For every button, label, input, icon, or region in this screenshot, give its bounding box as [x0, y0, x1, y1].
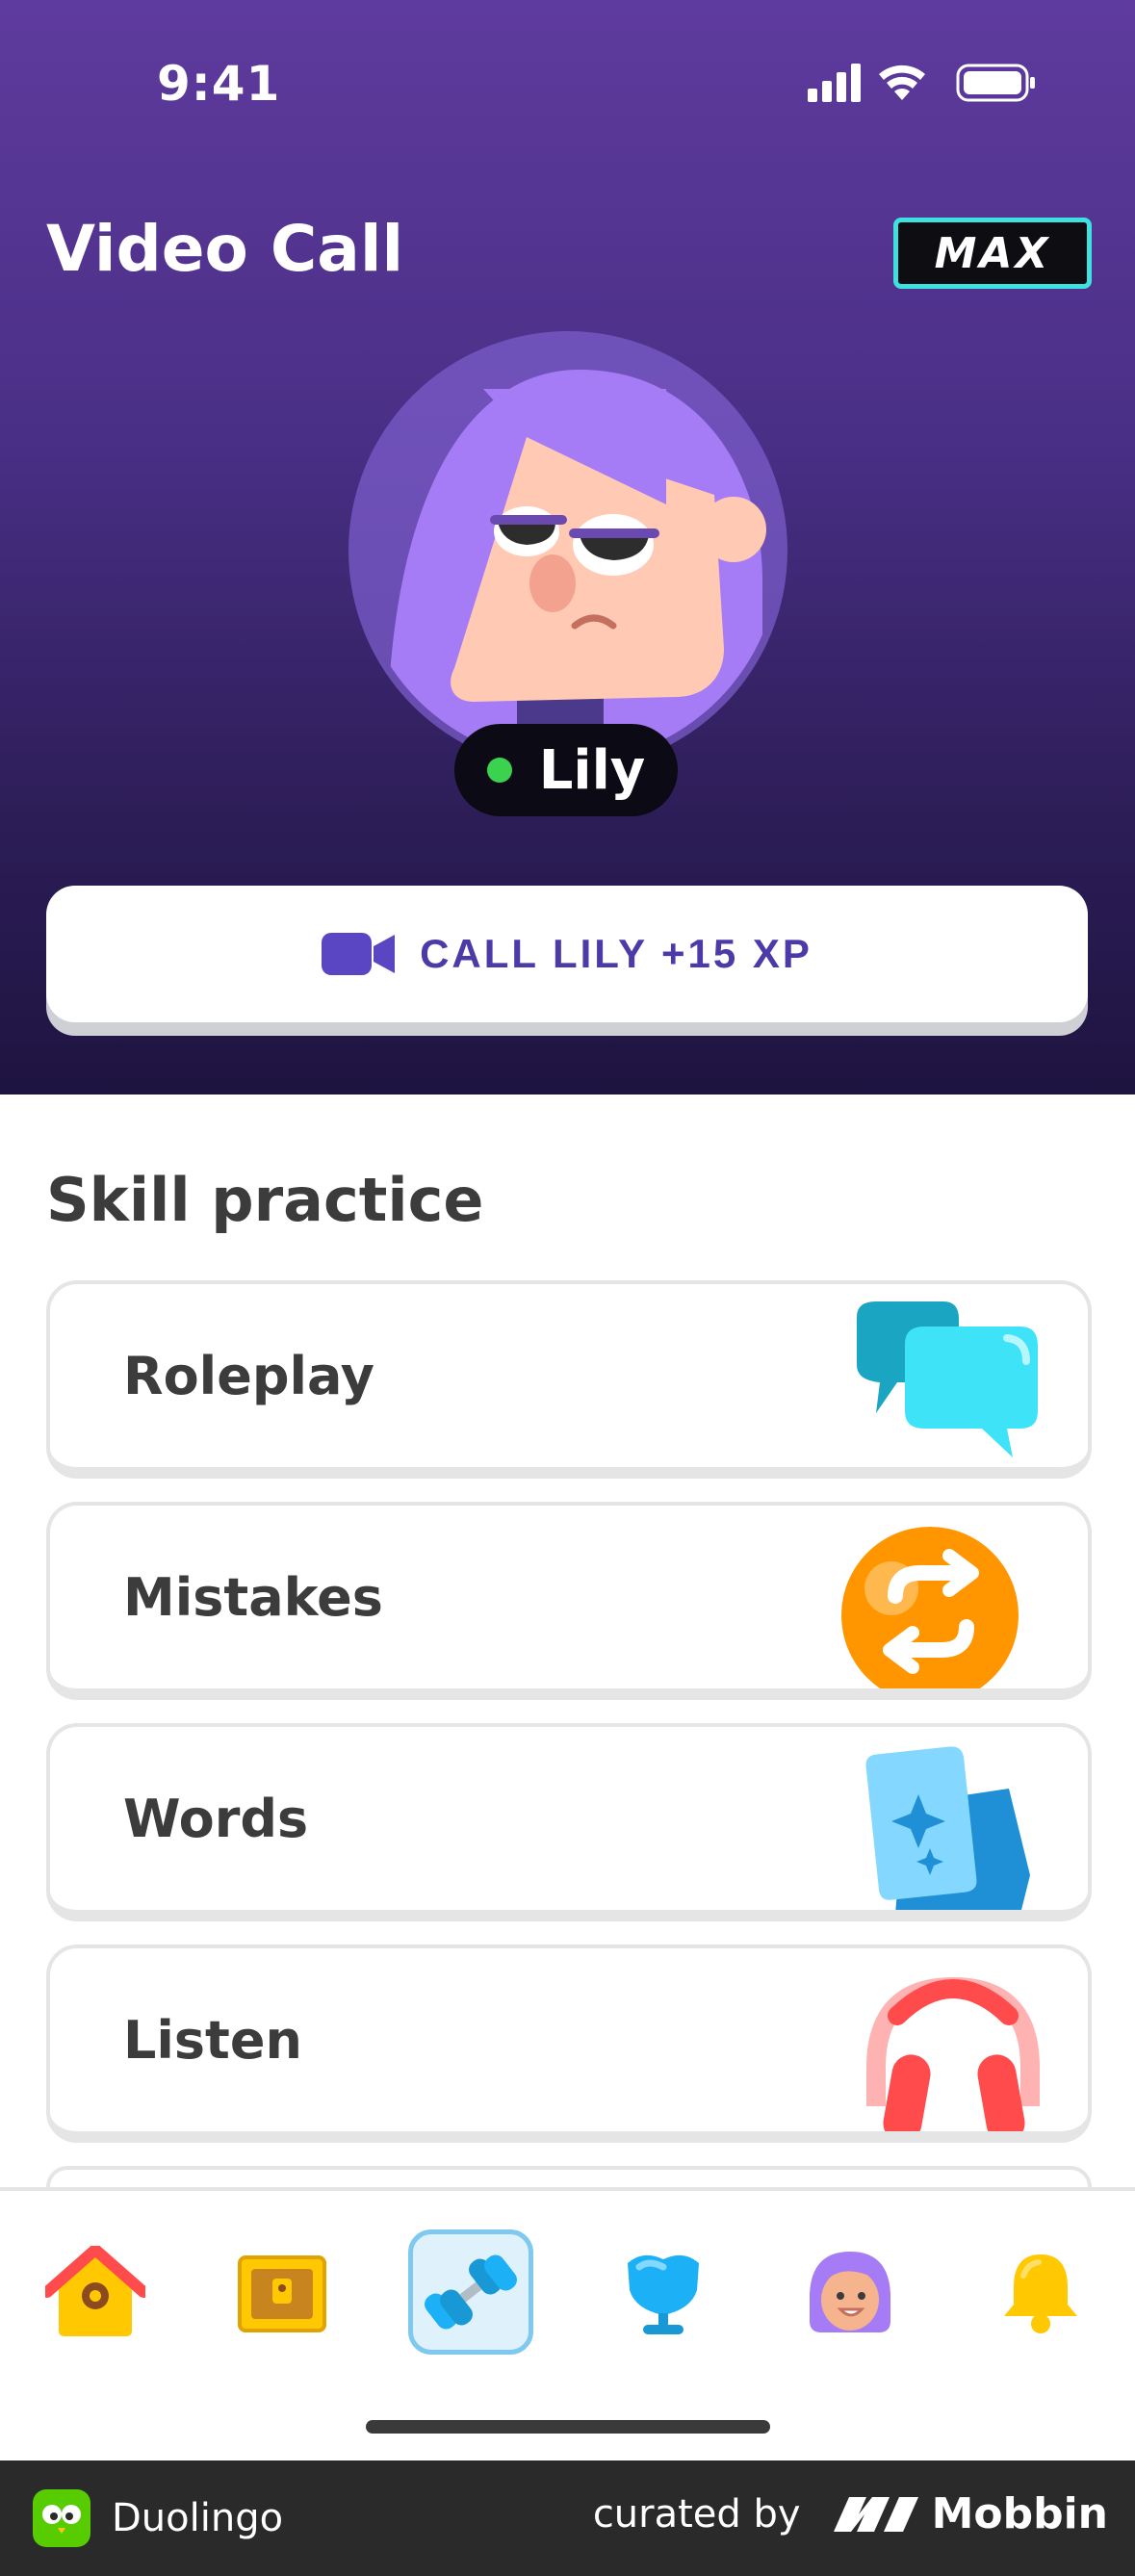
page-title: Video Call [46, 212, 404, 286]
skill-label: Words [123, 1789, 309, 1849]
character-name: Lily [538, 738, 646, 802]
profile-avatar-icon [810, 2252, 890, 2332]
video-camera-icon [322, 933, 396, 975]
status-bar: 9:41 [0, 0, 1135, 164]
status-icons [808, 64, 1035, 102]
status-time: 9:41 [157, 56, 281, 112]
footer-brand: Mobbin [931, 2489, 1108, 2538]
wifi-icon [879, 64, 925, 100]
home-indicator [366, 2420, 770, 2434]
chat-bubbles-icon [857, 1301, 1038, 1457]
call-lily-button[interactable]: CALL LILY +15 XP [46, 886, 1088, 1022]
home-icon [45, 2246, 145, 2336]
lily-avatar [348, 331, 787, 770]
battery-icon [956, 64, 1035, 102]
nav-home[interactable] [33, 2229, 158, 2355]
skill-card-mistakes[interactable]: Mistakes [46, 1502, 1092, 1700]
skill-label: Listen [123, 2010, 302, 2071]
call-button-label: CALL LILY +15 XP [420, 931, 813, 976]
video-call-hero: 9:41 Video Call MAX Lily CALL LILY +15 X… [0, 0, 1135, 1095]
shield-trophy-icon [628, 2254, 699, 2334]
skill-practice-title: Skill practice [46, 1165, 484, 1235]
signal-icon [808, 64, 861, 102]
footer-app-name: Duolingo [112, 2496, 284, 2540]
treasure-chest-icon [238, 2255, 326, 2332]
nav-practice[interactable] [408, 2229, 533, 2355]
skill-label: Roleplay [123, 1346, 374, 1406]
dumbbell-icon [425, 2254, 517, 2330]
nav-leagues[interactable] [601, 2229, 726, 2355]
mobbin-logo-icon [833, 2496, 918, 2532]
max-badge[interactable]: MAX [893, 218, 1092, 289]
skill-card-words[interactable]: Words [46, 1723, 1092, 1921]
duolingo-logo-icon [33, 2489, 90, 2547]
bell-icon [1004, 2254, 1077, 2333]
footer-curated-by: curated by [592, 2491, 801, 2537]
character-name-pill: Lily [454, 724, 678, 816]
headphones-icon [866, 1976, 1040, 2131]
skill-card-roleplay[interactable]: Roleplay [46, 1280, 1092, 1479]
skill-card-listen[interactable]: Listen [46, 1945, 1092, 2143]
online-status-dot [486, 758, 512, 783]
retry-arrows-icon [841, 1527, 1019, 1688]
nav-profile[interactable] [787, 2229, 913, 2355]
skill-label: Mistakes [123, 1567, 383, 1628]
word-cards-icon [865, 1746, 1030, 1910]
attribution-footer: Duolingo curated by Mobbin [0, 2460, 1135, 2576]
nav-quests[interactable] [219, 2229, 345, 2355]
nav-notifications[interactable] [978, 2229, 1103, 2355]
